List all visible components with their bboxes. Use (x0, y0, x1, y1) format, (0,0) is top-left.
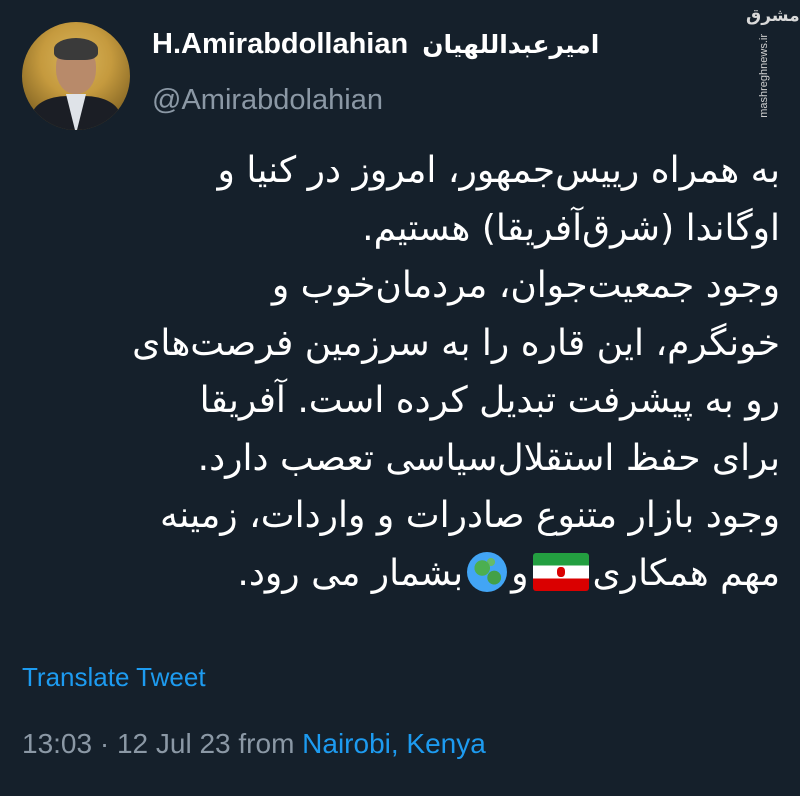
display-name[interactable]: H.Amirabdollahian (152, 28, 408, 61)
watermark-url: mashreghnews.ir (758, 34, 770, 118)
last-line-after: بشمار می رود. (237, 552, 464, 594)
tweet-body: به همراه رییس‌جمهور، امروز در کنیا و اوگ… (18, 142, 780, 602)
from-label: from (238, 728, 295, 759)
author-handle[interactable]: @Amirabdolahian (152, 84, 383, 117)
author-name-row: H.Amirabdollahian امیرعبداللهیان (152, 28, 599, 61)
tweet-meta: 13:03 · 12 Jul 23 from Nairobi, Kenya (22, 728, 486, 760)
tweet-line: اوگاندا (شرق‌آفریقا) هستیم. (362, 207, 780, 249)
watermark-logo: مشرق (746, 6, 800, 26)
tweet-line: برای حفظ استقلال‌سیاسی تعصب دارد. (197, 437, 780, 479)
tweet-line: به همراه رییس‌جمهور، امروز در کنیا و (217, 150, 780, 191)
last-line-between: و (511, 552, 529, 594)
tweet-time[interactable]: 13:03 (22, 728, 92, 759)
last-line-before: مهم همکاری (592, 552, 781, 594)
translate-tweet-link[interactable]: Translate Tweet (22, 662, 206, 693)
mashregh-watermark: مشرق mashreghnews.ir (746, 6, 800, 130)
tweet-date[interactable]: 12 Jul 23 (117, 728, 231, 759)
tweet-line: وجود بازار متنوع صادرات و واردات، زمینه (159, 495, 780, 536)
tweet-line: رو به پیشرفت تبدیل کرده است. آفریقا (199, 380, 780, 421)
tweet-location-link[interactable]: Nairobi, Kenya (302, 728, 486, 759)
avatar-hair (54, 38, 98, 60)
tweet-line: خونگرم، این قاره را به سرزمین فرصت‌های (132, 322, 780, 364)
tweet-last-line: مهم همکاری و بشمار می رود. (18, 545, 780, 603)
flag-emblem (556, 566, 565, 577)
display-name-persian[interactable]: امیرعبداللهیان (422, 30, 599, 59)
meta-separator: · (99, 728, 110, 759)
tweet-card: H.Amirabdollahian امیرعبداللهیان @Amirab… (0, 0, 800, 796)
avatar[interactable] (22, 22, 130, 130)
globe-icon (467, 551, 508, 592)
tweet-line: وجود جمعیت‌جوان، مردمان‌خوب و (271, 265, 780, 306)
iran-flag-icon (532, 552, 589, 591)
